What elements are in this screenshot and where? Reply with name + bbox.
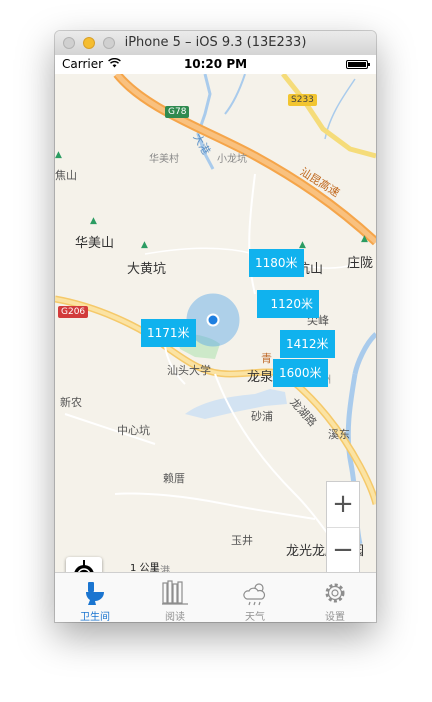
crosshair-icon — [74, 560, 94, 572]
distance-marker[interactable]: 1600米 — [273, 359, 328, 387]
place-zhuanglong: 庄陇 — [347, 256, 374, 271]
window-title: iPhone 5 – iOS 9.3 (13E233) — [124, 35, 307, 50]
tab-toilet-label: 卫生间 — [80, 612, 110, 622]
tab-bar: 卫生间 阅读 天气 设置 — [55, 572, 376, 622]
battery-icon — [346, 60, 370, 69]
place-shapu: 砂浦 — [251, 410, 273, 423]
zoom-control: + − — [326, 481, 360, 572]
road-shield-g206: G206 — [58, 306, 89, 318]
distance-marker[interactable]: 1120米 — [257, 290, 319, 318]
status-bar: Carrier 10:20 PM — [55, 55, 376, 74]
tab-settings-label: 设置 — [325, 612, 345, 622]
place-laicuo: 赖厝 — [163, 472, 185, 485]
toilet-icon — [86, 582, 104, 605]
road-shield-g78: G78 — [165, 106, 190, 118]
weather-icon — [243, 583, 266, 606]
mountain-icon: ▲ — [361, 234, 368, 244]
tab-settings[interactable]: 设置 — [295, 573, 375, 622]
distance-marker[interactable]: 1412米 — [280, 330, 335, 358]
map-scale: 1 公里 — [112, 560, 172, 572]
place-yujing: 玉井 — [231, 534, 253, 547]
tab-weather-label: 天气 — [245, 612, 265, 622]
place-zhongxinkeng: 中心坑 — [117, 424, 150, 437]
tab-reading-label: 阅读 — [165, 612, 185, 622]
status-time: 10:20 PM — [183, 57, 248, 71]
place-stu: 汕头大学 — [167, 364, 211, 377]
books-icon — [162, 580, 188, 605]
zoom-in-button[interactable]: + — [327, 482, 359, 527]
place-jiaoshan: 焦山 — [55, 169, 77, 182]
place-xiaolongkeng: 小龙坑 — [217, 154, 247, 165]
locate-me-button[interactable] — [66, 557, 102, 572]
road-shield-s233: S233 — [288, 94, 317, 106]
gear-icon — [325, 583, 345, 603]
tab-reading[interactable]: 阅读 — [135, 573, 215, 622]
place-xidong: 溪东 — [328, 428, 350, 441]
place-huamei-village: 华美村 — [149, 154, 179, 165]
map-view[interactable]: G78 S233 G206 汕昆高速 大港 龙湖路 汕头大学 华美村 小龙坑 ▲… — [55, 74, 376, 572]
tab-toilet[interactable]: 卫生间 — [55, 573, 135, 622]
place-longquan: 龙泉 — [247, 370, 274, 385]
mountain-icon: ▲ — [90, 216, 97, 226]
place-huameishan: 华美山 — [75, 236, 115, 251]
tab-weather[interactable]: 天气 — [215, 573, 295, 622]
place-qing: 青 — [261, 352, 272, 365]
scale-label: 1 公里 — [130, 563, 160, 572]
mountain-icon: ▲ — [55, 150, 62, 160]
simulator-window: iPhone 5 – iOS 9.3 (13E233) Carrier 10:2… — [55, 31, 376, 622]
distance-marker[interactable]: 1180米 — [249, 249, 304, 277]
window-titlebar: iPhone 5 – iOS 9.3 (13E233) — [55, 31, 376, 56]
place-xinnong: 新农 — [60, 396, 82, 409]
zoom-out-button[interactable]: − — [327, 528, 359, 572]
place-dahuangkeng: 大黄坑 — [127, 262, 167, 277]
mountain-icon: ▲ — [141, 240, 148, 250]
distance-marker[interactable]: 1171米 — [141, 319, 196, 347]
